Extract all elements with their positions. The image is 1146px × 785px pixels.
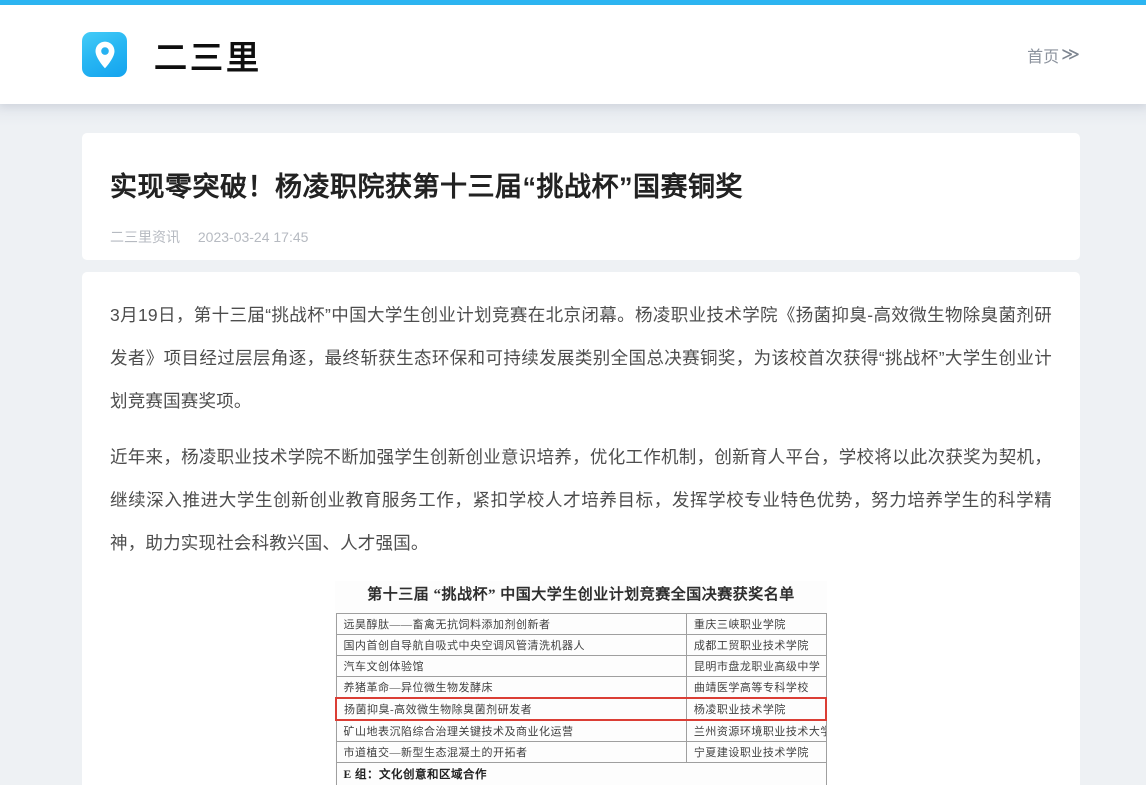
brand-logo[interactable]	[82, 32, 127, 77]
article-paragraph-2: 近年来，杨凌职业技术学院不断加强学生创新创业意识培养，优化工作机制，创新育人平台…	[110, 436, 1052, 565]
award-row: 汽车文创体验馆 昆明市盘龙职业高级中学	[336, 656, 826, 677]
article-meta: 二三里资讯 2023-03-24 17:45	[110, 227, 1052, 247]
school-cell: 成都工贸职业技术学院	[686, 635, 826, 656]
location-pin-icon	[88, 38, 122, 72]
award-row: 远昊醇肽——畜禽无抗饲料添加剂创新者 重庆三峡职业学院	[336, 614, 826, 635]
school-cell: 宁夏建设职业技术学院	[686, 742, 826, 763]
award-row: 矿山地表沉陷综合治理关键技术及商业化运营 兰州资源环境职业技术大学	[336, 720, 826, 742]
home-link[interactable]: 首页 ≫	[1027, 43, 1080, 67]
award-row: 市道植交—新型生态混凝土的开拓者 宁夏建设职业技术学院	[336, 742, 826, 763]
article-title-card: 实现零突破！杨凌职院获第十三届“挑战杯”国赛铜奖 二三里资讯 2023-03-2…	[82, 133, 1080, 260]
award-row-highlighted: 扬菌抑臭-高效微生物除臭菌剂研发者 杨凌职业技术学院	[336, 698, 826, 720]
school-cell: 昆明市盘龙职业高级中学	[686, 656, 826, 677]
school-cell: 曲靖医学高等专科学校	[686, 677, 826, 699]
article-paragraph-1: 3月19日，第十三届“挑战杯”中国大学生创业计划竞赛在北京闭幕。杨凌职业技术学院…	[110, 294, 1052, 423]
project-cell: 国内首创自导航自吸式中央空调风管清洗机器人	[336, 635, 686, 656]
site-header: 二三里 首页 ≫	[0, 5, 1146, 104]
brand-title[interactable]: 二三里	[154, 31, 262, 79]
article-source: 二三里资讯	[110, 229, 180, 245]
award-row: 养猪革命—异位微生物发酵床 曲靖医学高等专科学校	[336, 677, 826, 699]
award-section-row: E 组：文化创意和区域合作	[336, 763, 826, 785]
project-cell: 扬菌抑臭-高效微生物除臭菌剂研发者	[336, 698, 686, 720]
article-content-card: 3月19日，第十三届“挑战杯”中国大学生创业计划竞赛在北京闭幕。杨凌职业技术学院…	[82, 272, 1080, 785]
section-header-cell: E 组：文化创意和区域合作	[336, 763, 826, 785]
project-cell: 远昊醇肽——畜禽无抗饲料添加剂创新者	[336, 614, 686, 635]
page-body: 实现零突破！杨凌职院获第十三届“挑战杯”国赛铜奖 二三里资讯 2023-03-2…	[0, 104, 1146, 785]
award-list-image[interactable]: 第十三届 “挑战杯” 中国大学生创业计划竞赛全国决赛获奖名单 远昊醇肽——畜禽无…	[335, 581, 827, 785]
project-cell: 养猪革命—异位微生物发酵床	[336, 677, 686, 699]
article-date: 2023-03-24 17:45	[198, 229, 309, 245]
project-cell: 汽车文创体验馆	[336, 656, 686, 677]
award-table: 远昊醇肽——畜禽无抗饲料添加剂创新者 重庆三峡职业学院 国内首创自导航自吸式中央…	[335, 613, 827, 785]
award-row: 国内首创自导航自吸式中央空调风管清洗机器人 成都工贸职业技术学院	[336, 635, 826, 656]
project-cell: 矿山地表沉陷综合治理关键技术及商业化运营	[336, 720, 686, 742]
article-title: 实现零突破！杨凌职院获第十三届“挑战杯”国赛铜奖	[110, 165, 1052, 204]
school-cell: 兰州资源环境职业技术大学	[686, 720, 826, 742]
school-cell: 杨凌职业技术学院	[686, 698, 826, 720]
double-chevron-icon: ≫	[1061, 44, 1080, 65]
project-cell: 市道植交—新型生态混凝土的开拓者	[336, 742, 686, 763]
school-cell: 重庆三峡职业学院	[686, 614, 826, 635]
home-link-label: 首页	[1027, 43, 1059, 67]
award-list-title: 第十三届 “挑战杯” 中国大学生创业计划竞赛全国决赛获奖名单	[335, 581, 827, 613]
